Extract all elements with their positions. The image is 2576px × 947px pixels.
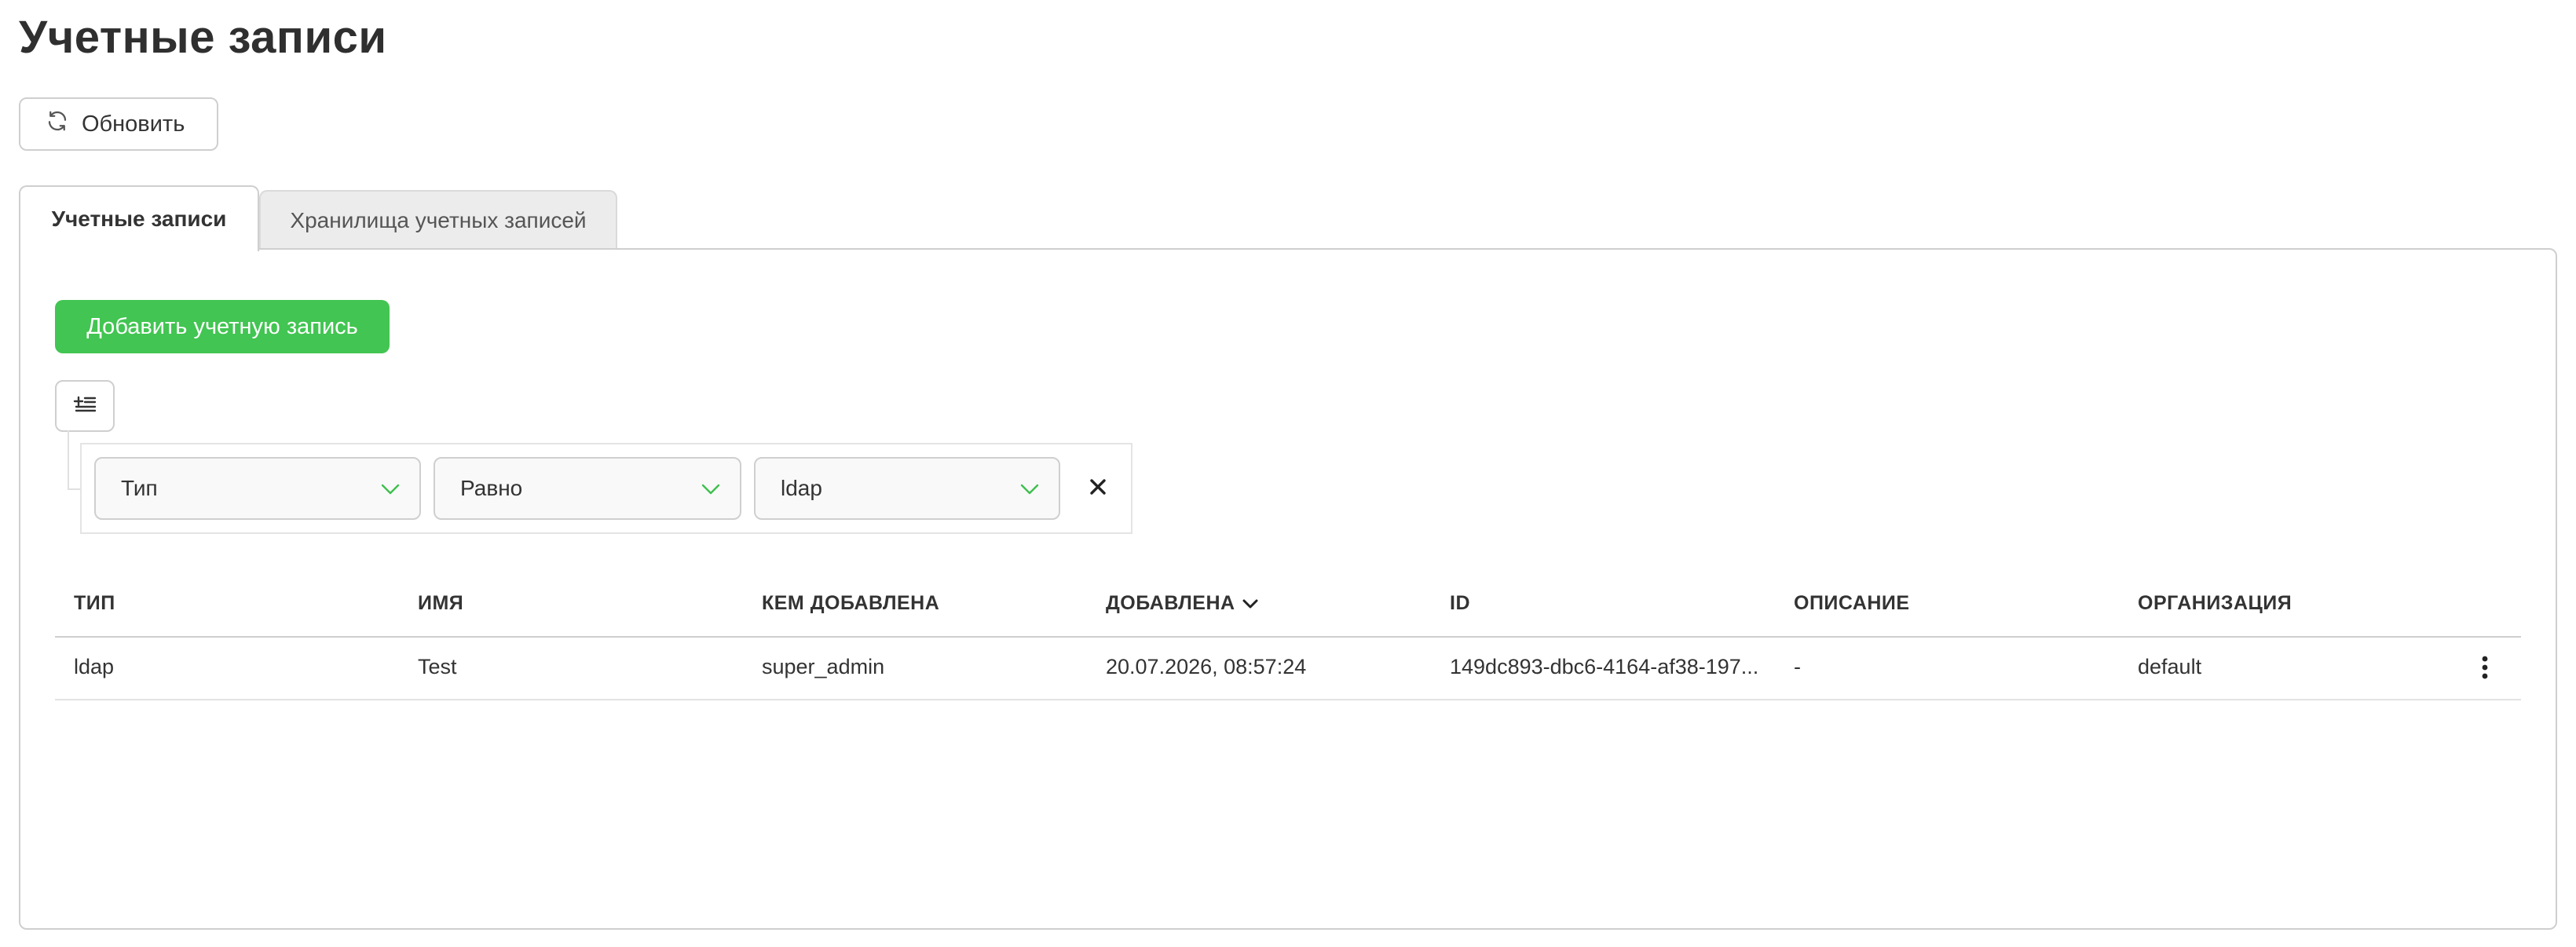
- cell-description: -: [1794, 655, 1801, 678]
- column-header-added-label: ДОБАВЛЕНА: [1106, 592, 1235, 614]
- column-header-description[interactable]: ОПИСАНИЕ: [1794, 592, 1910, 615]
- table-row[interactable]: ldap Test super_admin 20.07.2026, 08:57:…: [55, 638, 2521, 700]
- page-title: Учетные записи: [19, 12, 387, 63]
- cell-organization: default: [2138, 655, 2202, 678]
- cell-type: ldap: [74, 655, 115, 678]
- add-filter-button[interactable]: [55, 380, 115, 432]
- remove-filter-button[interactable]: [1078, 468, 1118, 509]
- cell-added-by: super_admin: [762, 655, 885, 678]
- filter-value: ldap: [781, 476, 822, 500]
- sort-desc-icon: [1242, 592, 1259, 615]
- filter-field-value: Тип: [121, 476, 158, 500]
- refresh-label: Обновить: [82, 111, 185, 137]
- column-header-added-by[interactable]: КЕМ ДОБАВЛЕНА: [762, 592, 939, 615]
- filter-operator-value: Равно: [460, 476, 523, 500]
- cell-added: 20.07.2026, 08:57:24: [1106, 655, 1307, 678]
- filter-add-icon: [73, 394, 97, 419]
- chevron-down-icon: [701, 476, 721, 501]
- close-icon: [1089, 477, 1107, 500]
- column-header-name[interactable]: ИМЯ: [418, 592, 463, 615]
- table-header: ТИП ИМЯ КЕМ ДОБАВЛЕНА ДОБАВЛЕНА ID ОПИСА…: [55, 572, 2521, 638]
- cell-name: Test: [418, 655, 457, 678]
- column-header-id[interactable]: ID: [1450, 592, 1470, 615]
- tab-accounts[interactable]: Учетные записи: [19, 185, 259, 251]
- refresh-icon: [46, 109, 69, 139]
- column-header-type[interactable]: ТИП: [74, 592, 115, 615]
- chevron-down-icon: [380, 476, 401, 501]
- refresh-button[interactable]: Обновить: [19, 97, 218, 151]
- filter-value-select[interactable]: ldap: [754, 457, 1060, 520]
- row-actions-button[interactable]: [2469, 650, 2501, 688]
- more-vertical-icon: [2481, 655, 2489, 684]
- cell-id: 149dc893-dbc6-4164-af38-197...: [1450, 655, 1759, 678]
- filter-field-select[interactable]: Тип: [94, 457, 421, 520]
- column-header-added[interactable]: ДОБАВЛЕНА: [1106, 592, 1259, 615]
- filter-operator-select[interactable]: Равно: [434, 457, 741, 520]
- column-header-organization[interactable]: ОРГАНИЗАЦИЯ: [2138, 592, 2292, 615]
- accounts-table: ТИП ИМЯ КЕМ ДОБАВЛЕНА ДОБАВЛЕНА ID ОПИСА…: [55, 572, 2521, 700]
- filter-row: Тип Равно ldap: [80, 443, 1132, 534]
- tab-account-storages[interactable]: Хранилища учетных записей: [259, 190, 617, 250]
- chevron-down-icon: [1019, 476, 1040, 501]
- add-account-button[interactable]: Добавить учетную запись: [55, 300, 390, 353]
